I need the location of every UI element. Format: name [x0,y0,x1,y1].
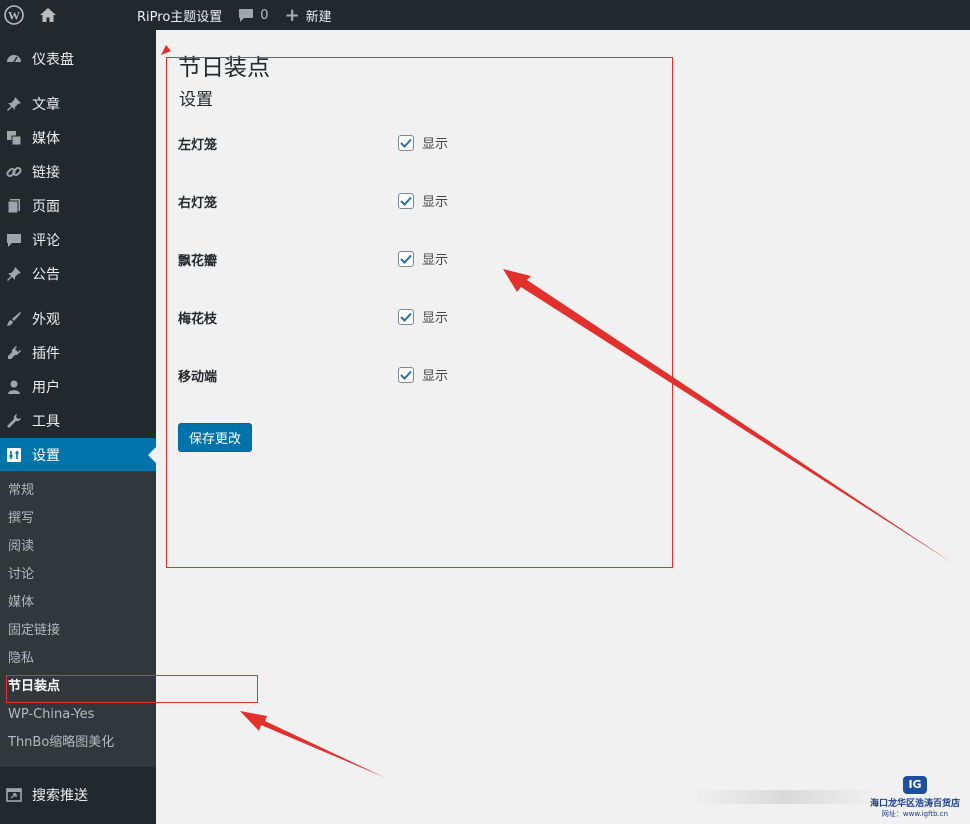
admin-sidebar: 仪表盘 文章 媒体 链接 页面 评论 公告 外观 插件 用户 工具 设置 常规 … [0,30,156,824]
sidebar-item-dashboard[interactable]: 仪表盘 [0,42,156,76]
mobile-checkbox[interactable]: 显示 [398,365,448,384]
svg-text:W: W [8,9,20,23]
sidebar-item-label: 外观 [32,312,60,328]
sidebar-item-links[interactable]: 链接 [0,155,156,189]
dashboard-icon [6,51,22,67]
sidebar-item-label: 页面 [32,199,60,215]
new-content-label: 新建 [305,9,332,25]
checkbox-checked-icon[interactable] [398,250,414,267]
watermark-line-1: 海口龙华区浩涛百货店 [869,799,960,809]
annotation-arrow-upper [503,269,954,564]
sidebar-item-label: 链接 [32,165,60,181]
search-push-icon [6,787,22,803]
setting-label-petals: 飘花瓣 [178,254,218,269]
page-icon [6,198,22,214]
submenu-item-permalinks[interactable]: 固定链接 [8,621,60,641]
checkbox-label: 显示 [422,137,449,152]
comments-link[interactable]: 0 [238,0,269,30]
watermark-smudge [690,790,880,804]
pushpin-icon [6,266,22,282]
sidebar-item-label: 仪表盘 [32,52,74,68]
sidebar-item-label: 设置 [32,448,60,464]
small-arrow-marker [161,45,171,55]
page-title: 节日装点 [178,55,270,81]
sidebar-item-label: 媒体 [32,131,60,147]
submenu-item-media[interactable]: 媒体 [8,593,34,613]
sidebar-item-label: 公告 [32,267,60,283]
sidebar-item-label: 插件 [32,346,60,362]
sidebar-item-search-push[interactable]: 搜索推送 [0,778,156,812]
checkbox-checked-icon[interactable] [398,308,414,325]
plugin-icon [6,345,22,361]
home-icon[interactable] [34,0,62,30]
submenu-item-writing[interactable]: 撰写 [8,509,34,529]
wordpress-logo-icon[interactable]: W [0,0,28,30]
site-name-label: RiPro主题设置 [137,9,223,25]
right-lantern-checkbox[interactable]: 显示 [398,191,448,210]
sidebar-item-posts[interactable]: 文章 [0,87,156,121]
watermark-line-2: 网址：www.igftb.cn [881,810,949,818]
submenu-item-general[interactable]: 常规 [8,481,34,501]
sidebar-item-pages[interactable]: 页面 [0,189,156,223]
wrench-icon [6,413,22,429]
comment-icon [6,232,22,248]
submenu-item-privacy[interactable]: 隐私 [8,649,34,669]
sidebar-item-label: 工具 [32,414,60,430]
save-changes-button[interactable]: 保存更改 [178,423,252,452]
petals-checkbox[interactable]: 显示 [398,249,448,268]
plus-icon: + [284,4,300,26]
pushpin-icon [6,96,22,112]
submenu-item-reading[interactable]: 阅读 [8,537,34,557]
left-lantern-checkbox[interactable]: 显示 [398,133,448,152]
sidebar-item-users[interactable]: 用户 [0,370,156,404]
checkbox-label: 显示 [422,195,449,210]
sidebar-item-notices[interactable]: 公告 [0,257,156,291]
sidebar-item-label: 文章 [32,97,60,113]
sidebar-item-label: 评论 [32,233,60,249]
sidebar-item-tools[interactable]: 工具 [0,404,156,438]
checkbox-label: 显示 [422,311,449,326]
watermark-logo: IG [903,776,927,794]
setting-label-left-lantern: 左灯笼 [178,138,218,153]
sidebar-item-label: 搜索推送 [32,788,88,804]
comments-count: 0 [260,7,269,23]
brush-icon [6,311,22,327]
site-name-link[interactable]: RiPro主题设置 [137,0,222,30]
sidebar-item-comments[interactable]: 评论 [0,223,156,257]
checkbox-label: 显示 [422,253,449,268]
new-content-button[interactable]: + 新建 [285,0,332,30]
plum-branch-checkbox[interactable]: 显示 [398,307,448,326]
user-icon [6,379,22,395]
checkbox-label: 显示 [422,369,449,384]
setting-label-mobile: 移动端 [178,370,218,385]
checkbox-checked-icon[interactable] [398,134,414,151]
annotation-arrow-lower [240,711,386,778]
section-title: 设置 [179,90,213,110]
settings-submenu: 常规 撰写 阅读 讨论 媒体 固定链接 隐私 节日装点 WP-China-Yes… [0,471,156,767]
comment-bubble-icon [239,8,254,22]
sidebar-item-media[interactable]: 媒体 [0,121,156,155]
submenu-item-thnbo-thumbnail[interactable]: ThnBo缩略图美化 [8,733,114,753]
sidebar-item-label: 用户 [32,380,60,396]
setting-label-right-lantern: 右灯笼 [178,196,218,211]
settings-icon [6,447,22,463]
watermark: IG 海口龙华区浩涛百货店 网址：www.igftb.cn [862,776,968,822]
admin-bar: W RiPro主题设置 0 + 新建 [0,0,970,30]
checkbox-checked-icon[interactable] [398,192,414,209]
checkbox-checked-icon[interactable] [398,366,414,383]
submenu-item-festival-decor[interactable]: 节日装点 [8,677,60,697]
sidebar-item-appearance[interactable]: 外观 [0,302,156,336]
sidebar-item-plugins[interactable]: 插件 [0,336,156,370]
link-icon [6,164,22,180]
setting-label-plum-branch: 梅花枝 [178,312,218,327]
media-icon [6,130,22,146]
submenu-item-wp-china-yes[interactable]: WP-China-Yes [8,705,94,725]
sidebar-item-settings[interactable]: 设置 [0,438,156,472]
submenu-item-discussion[interactable]: 讨论 [8,565,34,585]
